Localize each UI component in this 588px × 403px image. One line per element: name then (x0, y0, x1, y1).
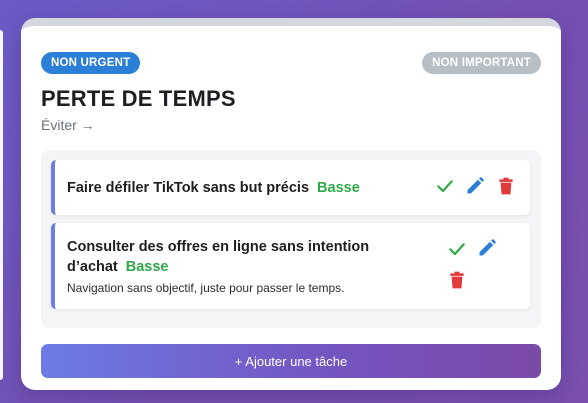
task-item: Faire défiler TikTok sans but précis Bass… (51, 160, 530, 215)
adjacent-card-edge (0, 30, 3, 380)
task-title: Faire défiler TikTok sans but précis Bass… (67, 180, 360, 196)
importance-badge: NON IMPORTANT (422, 52, 541, 74)
pencil-icon[interactable] (465, 176, 485, 196)
trash-icon[interactable] (496, 176, 516, 196)
task-item: Consulter des offres en ligne sans inten… (51, 223, 530, 309)
priority-badge: Basse (317, 180, 360, 196)
quadrant-title: PERTE DE TEMPS (41, 86, 236, 111)
quadrant-subtitle: Éviter → (41, 117, 95, 133)
priority-badge: Basse (125, 259, 169, 275)
check-icon[interactable] (447, 239, 467, 259)
check-icon[interactable] (435, 176, 455, 196)
task-description: Navigation sans objectif, juste pour pas… (67, 281, 345, 295)
task-title: Consulter des offres en ligne sans inten… (67, 239, 370, 275)
pencil-icon[interactable] (477, 238, 497, 258)
trash-icon[interactable] (447, 270, 467, 290)
quadrant-card: NON URGENT NON IMPORTANT PERTE DE TEMPS … (21, 18, 561, 390)
urgency-badge: NON URGENT (41, 52, 141, 74)
task-list: Faire défiler TikTok sans but précis Bass… (41, 150, 541, 328)
add-task-button[interactable]: + Ajouter une tâche (41, 344, 541, 378)
